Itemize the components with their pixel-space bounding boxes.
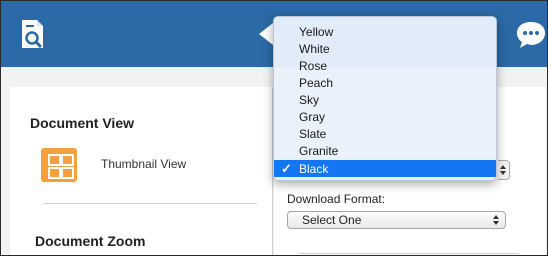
- select-arrows-icon: [500, 165, 506, 175]
- grid-icon: [48, 167, 61, 179]
- dropdown-option-white[interactable]: White: [274, 40, 496, 57]
- grid-icon: [61, 154, 74, 166]
- left-panel: Document View Thumbnail View Document Zo…: [10, 87, 272, 255]
- select-arrows-icon: [493, 215, 499, 225]
- download-format-label: Download Format:: [287, 192, 386, 206]
- dropdown-option-sky[interactable]: Sky: [274, 91, 496, 108]
- chat-bubble-icon[interactable]: [514, 18, 548, 52]
- dropdown-option-black[interactable]: ✓ Black: [274, 160, 496, 177]
- divider: [299, 253, 519, 254]
- dropdown-option-slate[interactable]: Slate: [274, 125, 496, 142]
- divider: [43, 203, 257, 204]
- grid-icon: [48, 154, 61, 166]
- document-zoom-title: Document Zoom: [35, 233, 146, 249]
- thumbnail-view-button[interactable]: [41, 148, 77, 182]
- dropdown-option-granite[interactable]: Granite: [274, 142, 496, 159]
- dropdown-option-rose[interactable]: Rose: [274, 57, 496, 74]
- dropdown-option-yellow[interactable]: Yellow: [274, 23, 496, 40]
- download-format-value: Select One: [302, 213, 362, 227]
- checkmark-icon: ✓: [281, 161, 292, 176]
- document-view-title: Document View: [30, 115, 134, 131]
- background-color-select[interactable]: [498, 160, 510, 180]
- download-format-select[interactable]: Select One: [287, 211, 506, 229]
- dropdown-option-gray[interactable]: Gray: [274, 108, 496, 125]
- document-search-icon[interactable]: [19, 19, 47, 51]
- dropdown-option-peach[interactable]: Peach: [274, 74, 496, 91]
- app-frame: Document View Thumbnail View Document Zo…: [0, 0, 548, 256]
- grid-icon: [61, 167, 74, 179]
- thumbnail-view-label[interactable]: Thumbnail View: [101, 157, 186, 171]
- color-dropdown-menu[interactable]: Yellow White Rose Peach Sky Gray Slate G…: [273, 16, 497, 181]
